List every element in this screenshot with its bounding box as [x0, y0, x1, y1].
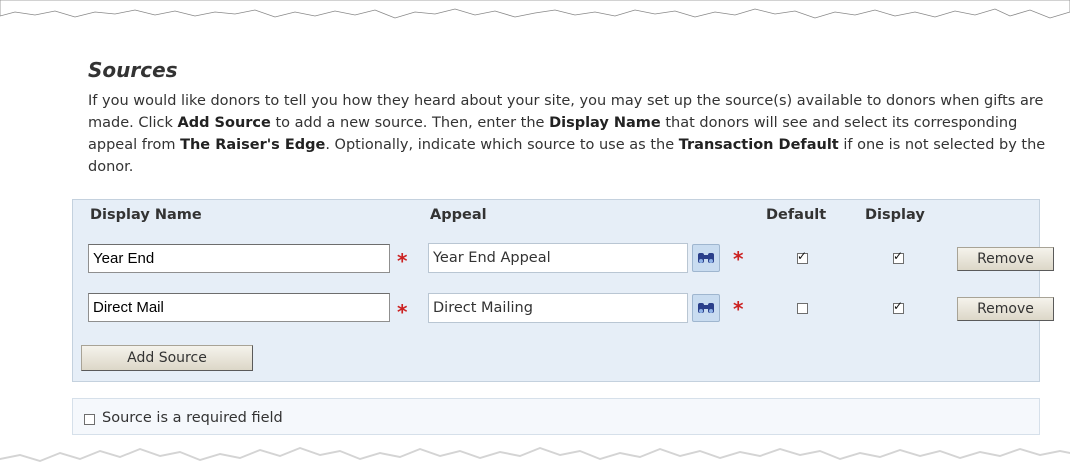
section-description: If you would like donors to tell you how…	[88, 90, 1048, 178]
display-name-input[interactable]: Direct Mail	[88, 293, 390, 322]
required-asterisk-icon: *	[397, 300, 408, 324]
description-bold-term: The Raiser's Edge	[180, 137, 326, 153]
default-checkbox[interactable]	[797, 303, 808, 314]
display-name-input[interactable]: Year End	[88, 244, 390, 273]
remove-button[interactable]: Remove	[957, 247, 1054, 271]
description-bold-term: Display Name	[549, 115, 661, 131]
header-display-name: Display Name	[90, 207, 202, 223]
required-asterisk-icon: *	[733, 247, 744, 271]
appeal-field[interactable]: Direct Mailing	[428, 293, 688, 323]
binoculars-icon[interactable]	[692, 294, 720, 322]
display-checkbox[interactable]: ✓	[893, 299, 904, 314]
description-bold-term: Transaction Default	[678, 137, 839, 153]
appeal-field[interactable]: Year End Appeal	[428, 243, 688, 273]
header-display: Display	[865, 207, 925, 223]
source-required-label: Source is a required field	[102, 410, 283, 426]
add-source-button[interactable]: Add Source	[81, 345, 253, 371]
torn-edge-bottom	[0, 447, 1070, 470]
section-title: Sources	[88, 58, 178, 82]
binoculars-icon[interactable]	[692, 244, 720, 272]
header-appeal: Appeal	[430, 207, 487, 223]
torn-edge-top	[0, 0, 1070, 19]
remove-button[interactable]: Remove	[957, 297, 1054, 321]
display-checkbox[interactable]: ✓	[893, 249, 904, 264]
description-text: . Optionally, indicate which source to u…	[325, 137, 679, 153]
required-asterisk-icon: *	[397, 249, 408, 273]
source-required-checkbox[interactable]	[84, 414, 95, 425]
header-default: Default	[766, 207, 827, 223]
default-checkbox[interactable]: ✓	[797, 249, 808, 264]
description-text: to add a new source. Then, enter the	[270, 115, 550, 131]
required-asterisk-icon: *	[733, 297, 744, 321]
description-bold-term: Add Source	[177, 115, 271, 131]
